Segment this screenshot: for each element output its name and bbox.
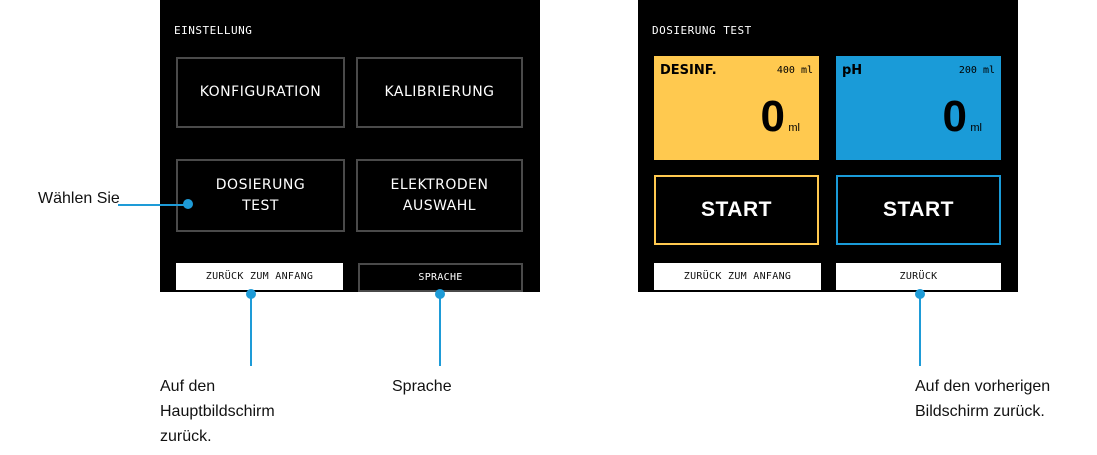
dosing-test-title: DOSIERUNG TEST xyxy=(652,24,752,37)
ph-name: pH xyxy=(842,63,863,78)
desinfection-unit: ml xyxy=(788,122,800,134)
dosierung-test-label-line1: DOSIERUNG xyxy=(215,176,306,193)
language-label: SPRACHE xyxy=(418,272,463,283)
previous-callout-line xyxy=(919,296,921,366)
dosing-test-screen: DOSIERUNG TEST DESINF. 400 ml 0 ml pH 20… xyxy=(638,0,1018,292)
desinfection-tile: DESINF. 400 ml 0 ml xyxy=(654,56,819,160)
previous-callout-text: Auf den vorherigen Bildschirm zurück. xyxy=(915,374,1050,424)
settings-title: EINSTELLUNG xyxy=(174,24,253,37)
start-desinfection-button[interactable]: START xyxy=(654,175,819,245)
konfiguration-button[interactable]: KONFIGURATION xyxy=(176,57,345,128)
home-callout-line xyxy=(250,296,252,366)
language-button[interactable]: SPRACHE xyxy=(358,263,523,292)
ph-value: 0 xyxy=(942,92,967,141)
select-callout-dot xyxy=(183,199,193,209)
home-callout-line3: zurück. xyxy=(160,428,212,445)
back-to-start-button[interactable]: ZURÜCK ZUM ANFANG xyxy=(654,263,821,290)
language-callout-text: Sprache xyxy=(392,378,452,395)
previous-callout-line2: Bildschirm zurück. xyxy=(915,403,1045,420)
back-button[interactable]: ZURÜCK xyxy=(836,263,1001,290)
desinfection-name: DESINF. xyxy=(660,63,717,78)
kalibrierung-button[interactable]: KALIBRIERUNG xyxy=(356,57,523,128)
back-to-start-button[interactable]: ZURÜCK ZUM ANFANG xyxy=(176,263,343,290)
back-to-start-label: ZURÜCK ZUM ANFANG xyxy=(683,271,792,282)
settings-screen: EINSTELLUNG KONFIGURATION KALIBRIERUNG D… xyxy=(160,0,540,292)
ph-tile: pH 200 ml 0 ml xyxy=(836,56,1001,160)
dosierung-test-label-line2: TEST xyxy=(242,197,279,214)
start-ph-button[interactable]: START xyxy=(836,175,1001,245)
language-callout-line xyxy=(439,296,441,366)
previous-callout-line1: Auf den vorherigen xyxy=(915,378,1051,395)
back-to-start-label: ZURÜCK ZUM ANFANG xyxy=(205,271,314,282)
desinfection-value: 0 xyxy=(760,92,785,141)
kalibrierung-label: KALIBRIERUNG xyxy=(384,84,495,100)
ph-unit: ml xyxy=(970,122,982,134)
ph-capacity: 200 ml xyxy=(958,65,995,76)
home-callout-line1: Auf den xyxy=(160,378,216,395)
elektroden-auswahl-label-line2: AUSWAHL xyxy=(402,197,477,214)
elektroden-auswahl-button[interactable]: ELEKTRODEN AUSWAHL xyxy=(356,159,523,232)
select-callout-text: Wählen Sie xyxy=(38,190,120,207)
back-label: ZURÜCK xyxy=(899,271,938,282)
konfiguration-label: KONFIGURATION xyxy=(199,84,322,100)
select-callout-line xyxy=(118,204,188,206)
dosierung-test-button[interactable]: DOSIERUNG TEST xyxy=(176,159,345,232)
start-desinfection-label: START xyxy=(701,198,772,221)
elektroden-auswahl-label-line1: ELEKTRODEN xyxy=(390,176,489,193)
start-ph-label: START xyxy=(883,198,954,221)
home-callout-line2: Hauptbildschirm xyxy=(160,403,275,420)
home-callout-text: Auf den Hauptbildschirm zurück. xyxy=(160,374,275,449)
desinfection-capacity: 400 ml xyxy=(776,65,813,76)
